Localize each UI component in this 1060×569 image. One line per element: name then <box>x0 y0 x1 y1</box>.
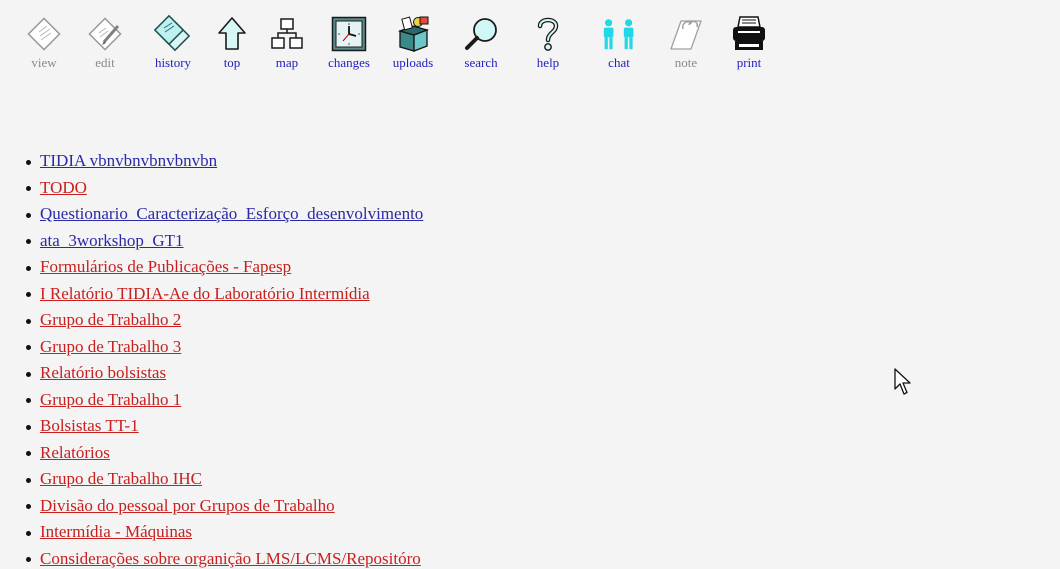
page-link[interactable]: Considerações sobre organição LMS/LCMS/R… <box>40 549 421 568</box>
list-item: Bolsistas TT-1 <box>24 413 423 440</box>
page-list: TIDIA vbnvbnvbnvbnvbn TODO Questionario … <box>24 148 423 569</box>
page-link[interactable]: Intermídia - Máquinas <box>40 522 192 541</box>
chat-button[interactable]: chat <box>594 14 644 71</box>
list-item: Intermídia - Máquinas <box>24 519 423 546</box>
list-item: Relatórios <box>24 440 423 467</box>
clock-icon <box>329 14 369 54</box>
bullet <box>26 345 31 351</box>
mouse-pointer-icon <box>893 367 913 402</box>
page-link[interactable]: ata 3workshop GT1 <box>40 231 184 250</box>
list-item: I Relatório TIDIA-Ae do Laboratório Inte… <box>24 281 423 308</box>
people-icon <box>599 14 639 54</box>
bullet <box>26 557 31 563</box>
search-button[interactable]: search <box>459 14 503 71</box>
page-link[interactable]: Formulários de Publicações - Fapesp <box>40 257 291 276</box>
print-button[interactable]: print <box>729 14 769 71</box>
edit-icon <box>85 14 125 54</box>
top-label: top <box>223 55 241 70</box>
note-button[interactable]: note <box>666 14 706 71</box>
page-link[interactable]: Grupo de Trabalho 2 <box>40 310 181 329</box>
top-button[interactable]: top <box>217 14 247 71</box>
view-icon <box>24 14 64 54</box>
uploads-button[interactable]: uploads <box>385 14 441 71</box>
printer-icon <box>729 14 769 54</box>
page-link[interactable]: Divisão do pessoal por Grupos de Trabalh… <box>40 496 335 515</box>
history-icon <box>153 14 193 54</box>
note-icon <box>666 14 706 54</box>
toolbar: view edit history top map changes upload… <box>24 14 769 71</box>
list-item: Considerações sobre organição LMS/LCMS/R… <box>24 546 423 569</box>
bullet <box>26 504 31 510</box>
bullet <box>26 530 31 536</box>
changes-label: changes <box>328 55 370 70</box>
list-item: TIDIA vbnvbnvbnvbnvbn <box>24 148 423 175</box>
map-button[interactable]: map <box>270 14 304 71</box>
list-item: Relatório bolsistas <box>24 360 423 387</box>
bullet <box>26 186 31 192</box>
page-link[interactable]: TIDIA vbnvbnvbnvbnvbn <box>40 151 217 170</box>
print-label: print <box>736 55 762 70</box>
page-link[interactable]: Grupo de Trabalho 3 <box>40 337 181 356</box>
magnifier-icon <box>461 14 501 54</box>
bullet <box>26 477 31 483</box>
history-button[interactable]: history <box>147 14 199 71</box>
edit-label: edit <box>95 55 115 70</box>
list-item: Formulários de Publicações - Fapesp <box>24 254 423 281</box>
bullet <box>26 212 31 218</box>
bullet <box>26 239 31 245</box>
bullet <box>26 159 31 165</box>
up-arrow-icon <box>212 14 252 54</box>
help-button[interactable]: help <box>533 14 563 71</box>
page-link[interactable]: I Relatório TIDIA-Ae do Laboratório Inte… <box>40 284 370 303</box>
page-link[interactable]: Questionario Caracterização Esforço dese… <box>40 204 423 223</box>
page-link[interactable]: Grupo de Trabalho IHC <box>40 469 202 488</box>
sitemap-icon <box>267 14 307 54</box>
changes-button[interactable]: changes <box>321 14 377 71</box>
history-label: history <box>154 55 192 70</box>
page-link[interactable]: Grupo de Trabalho 1 <box>40 390 181 409</box>
list-item: Grupo de Trabalho IHC <box>24 466 423 493</box>
uploads-label: uploads <box>392 55 434 70</box>
page-link[interactable]: Bolsistas TT-1 <box>40 416 139 435</box>
bullet <box>26 424 31 430</box>
wiki-page: view edit history top map changes upload… <box>0 0 1060 569</box>
bullet <box>26 398 31 404</box>
page-link[interactable]: Relatório bolsistas <box>40 363 166 382</box>
bullet <box>26 451 31 457</box>
bullet <box>26 265 31 271</box>
edit-button[interactable]: edit <box>85 14 125 71</box>
list-item: TODO <box>24 175 423 202</box>
search-label: search <box>464 55 498 70</box>
bullet <box>26 371 31 377</box>
question-icon <box>528 14 568 54</box>
bullet <box>26 318 31 324</box>
box-icon <box>393 14 433 54</box>
list-item: Grupo de Trabalho 2 <box>24 307 423 334</box>
list-item: ata 3workshop GT1 <box>24 228 423 255</box>
list-item: Divisão do pessoal por Grupos de Trabalh… <box>24 493 423 520</box>
list-item: Grupo de Trabalho 1 <box>24 387 423 414</box>
view-button[interactable]: view <box>24 14 64 71</box>
chat-label: chat <box>608 55 630 70</box>
list-item: Questionario Caracterização Esforço dese… <box>24 201 423 228</box>
note-label: note <box>674 55 698 70</box>
list-item: Grupo de Trabalho 3 <box>24 334 423 361</box>
bullet <box>26 292 31 298</box>
page-link[interactable]: Relatórios <box>40 443 110 462</box>
help-label: help <box>536 55 560 70</box>
page-link[interactable]: TODO <box>40 178 87 197</box>
map-label: map <box>275 55 299 70</box>
view-label: view <box>31 55 57 70</box>
